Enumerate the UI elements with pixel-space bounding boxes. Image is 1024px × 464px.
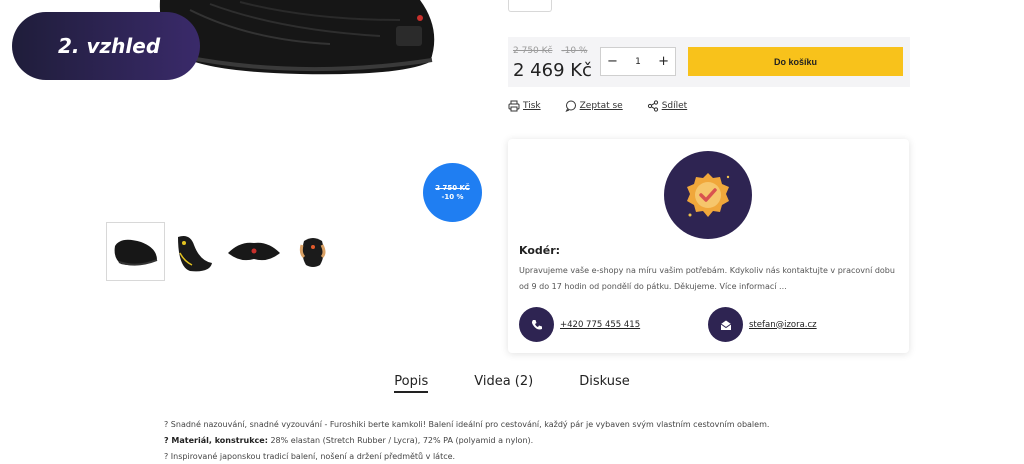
tab-videa[interactable]: Videa (2)	[474, 374, 533, 393]
description-line-3: ? Inspirované japonskou tradicí balení, …	[164, 452, 456, 461]
phone-contact[interactable]: +420 775 455 415	[519, 307, 640, 342]
product-actions: Tisk Zeptat se Sdílet	[508, 100, 711, 112]
decrease-button[interactable]: −	[607, 54, 618, 69]
phone-icon	[519, 307, 554, 342]
description-line-2-label: ? Materiál, konstrukce:	[164, 436, 268, 445]
email-contact[interactable]: stefan@izora.cz	[708, 307, 817, 342]
printer-icon	[508, 100, 520, 112]
quantity-value[interactable]: 1	[635, 57, 641, 67]
thumbnail-1[interactable]	[106, 222, 165, 281]
print-link[interactable]: Tisk	[508, 100, 541, 112]
badge-check-icon	[687, 173, 730, 217]
increase-button[interactable]: +	[658, 54, 669, 69]
product-tabs: Popis Videa (2) Diskuse	[0, 374, 1024, 393]
quantity-stepper[interactable]: − 1 +	[600, 47, 676, 76]
add-to-cart-button[interactable]: Do košíku	[688, 47, 903, 76]
discount-badge-old-price: 2 750 KČ	[435, 184, 470, 193]
share-label[interactable]: Sdílet	[662, 101, 688, 111]
envelope-icon	[708, 307, 743, 342]
avatar	[664, 151, 752, 239]
description-line-2: ? Materiál, konstrukce: 28% elastan (Str…	[164, 433, 769, 449]
thumbnail-3[interactable]	[224, 222, 283, 281]
current-price: 2 469 Kč	[513, 60, 592, 81]
share-link[interactable]: Sdílet	[647, 100, 688, 112]
discount-label: -10 %	[561, 46, 588, 56]
thumbnail-2[interactable]	[165, 222, 224, 281]
discount-badge: 2 750 KČ -10 %	[423, 163, 482, 222]
old-price: 2 750 Kč	[513, 46, 553, 56]
description-line-1: ? Snadné nazouvání, snadné vyzouvání - F…	[164, 420, 770, 429]
chat-icon	[565, 100, 576, 112]
ask-link[interactable]: Zeptat se	[565, 100, 623, 112]
tab-popis[interactable]: Popis	[394, 374, 429, 393]
product-description: ? Snadné nazouvání, snadné vyzouvání - F…	[164, 417, 769, 464]
contact-description: Upravujeme vaše e-shopy na míru vašim po…	[519, 266, 895, 291]
variant-selector[interactable]	[508, 0, 552, 12]
email-address[interactable]: stefan@izora.cz	[749, 320, 817, 330]
price-panel: 2 750 Kč -10 % 2 469 Kč − 1 + Do košíku	[508, 37, 910, 87]
ask-label[interactable]: Zeptat se	[580, 101, 623, 111]
share-icon	[647, 100, 658, 112]
tab-diskuse[interactable]: Diskuse	[579, 374, 630, 393]
thumbnail-gallery	[106, 222, 342, 281]
thumbnail-4[interactable]	[283, 222, 342, 281]
view-badge: 2. vzhled	[12, 12, 200, 80]
print-label[interactable]: Tisk	[523, 101, 541, 111]
description-line-2-text: 28% elastan (Stretch Rubber / Lycra), 72…	[267, 436, 534, 445]
contact-title: Kodér:	[519, 244, 561, 257]
old-price-line: 2 750 Kč -10 %	[513, 46, 587, 56]
contact-card: Kodér: Upravujeme vaše e-shopy na míru v…	[508, 139, 909, 353]
discount-badge-percent: -10 %	[441, 192, 464, 201]
view-badge-label: 2. vzhled	[58, 34, 161, 58]
phone-number[interactable]: +420 775 455 415	[560, 320, 640, 330]
